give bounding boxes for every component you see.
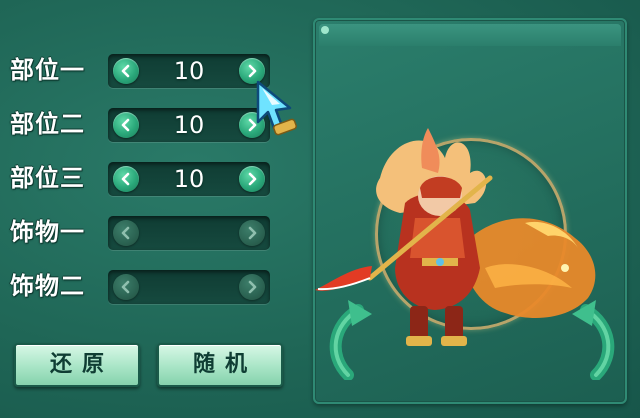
part-value-2: 10 xyxy=(173,111,205,139)
chevron-right-icon xyxy=(248,64,257,78)
random-button[interactable]: 随机 xyxy=(157,343,283,387)
accessory-2-next-button[interactable] xyxy=(239,274,265,300)
part-1-prev-button[interactable] xyxy=(113,58,139,84)
accessory-label-2: 饰物二 xyxy=(10,272,85,300)
part-3-prev-button[interactable] xyxy=(113,166,139,192)
rotate-right-icon[interactable] xyxy=(570,300,626,380)
part-label-3: 部位三 xyxy=(10,164,85,192)
restore-button[interactable]: 还原 xyxy=(14,343,140,387)
panel-header-strip xyxy=(319,24,621,46)
chevron-right-icon xyxy=(248,226,257,240)
accessory-label-1: 饰物一 xyxy=(10,218,85,246)
part-stepper-2: 10 xyxy=(108,108,270,142)
part-value-1: 10 xyxy=(173,57,205,85)
part-label-1: 部位一 xyxy=(10,56,85,84)
panel-corner-gem-icon xyxy=(321,26,329,34)
accessory-stepper-2 xyxy=(108,270,270,304)
accessory-value-1 xyxy=(142,216,236,250)
chevron-left-icon xyxy=(121,280,130,294)
part-stepper-1: 10 xyxy=(108,54,270,88)
accessory-1-prev-button[interactable] xyxy=(113,220,139,246)
part-2-prev-button[interactable] xyxy=(113,112,139,138)
rotate-left-icon[interactable] xyxy=(318,300,374,380)
accessory-2-prev-button[interactable] xyxy=(113,274,139,300)
chevron-left-icon xyxy=(121,118,130,132)
part-3-next-button[interactable] xyxy=(239,166,265,192)
chevron-right-icon xyxy=(248,280,257,294)
chevron-right-icon xyxy=(248,172,257,186)
part-stepper-3: 10 xyxy=(108,162,270,196)
accessory-value-2 xyxy=(142,270,236,304)
part-label-2: 部位二 xyxy=(10,110,85,138)
accessory-1-next-button[interactable] xyxy=(239,220,265,246)
accessory-stepper-1 xyxy=(108,216,270,250)
game-cursor-icon xyxy=(256,80,297,136)
part-value-3: 10 xyxy=(173,165,205,193)
chevron-left-icon xyxy=(121,226,130,240)
chevron-left-icon xyxy=(121,172,130,186)
chevron-left-icon xyxy=(121,64,130,78)
